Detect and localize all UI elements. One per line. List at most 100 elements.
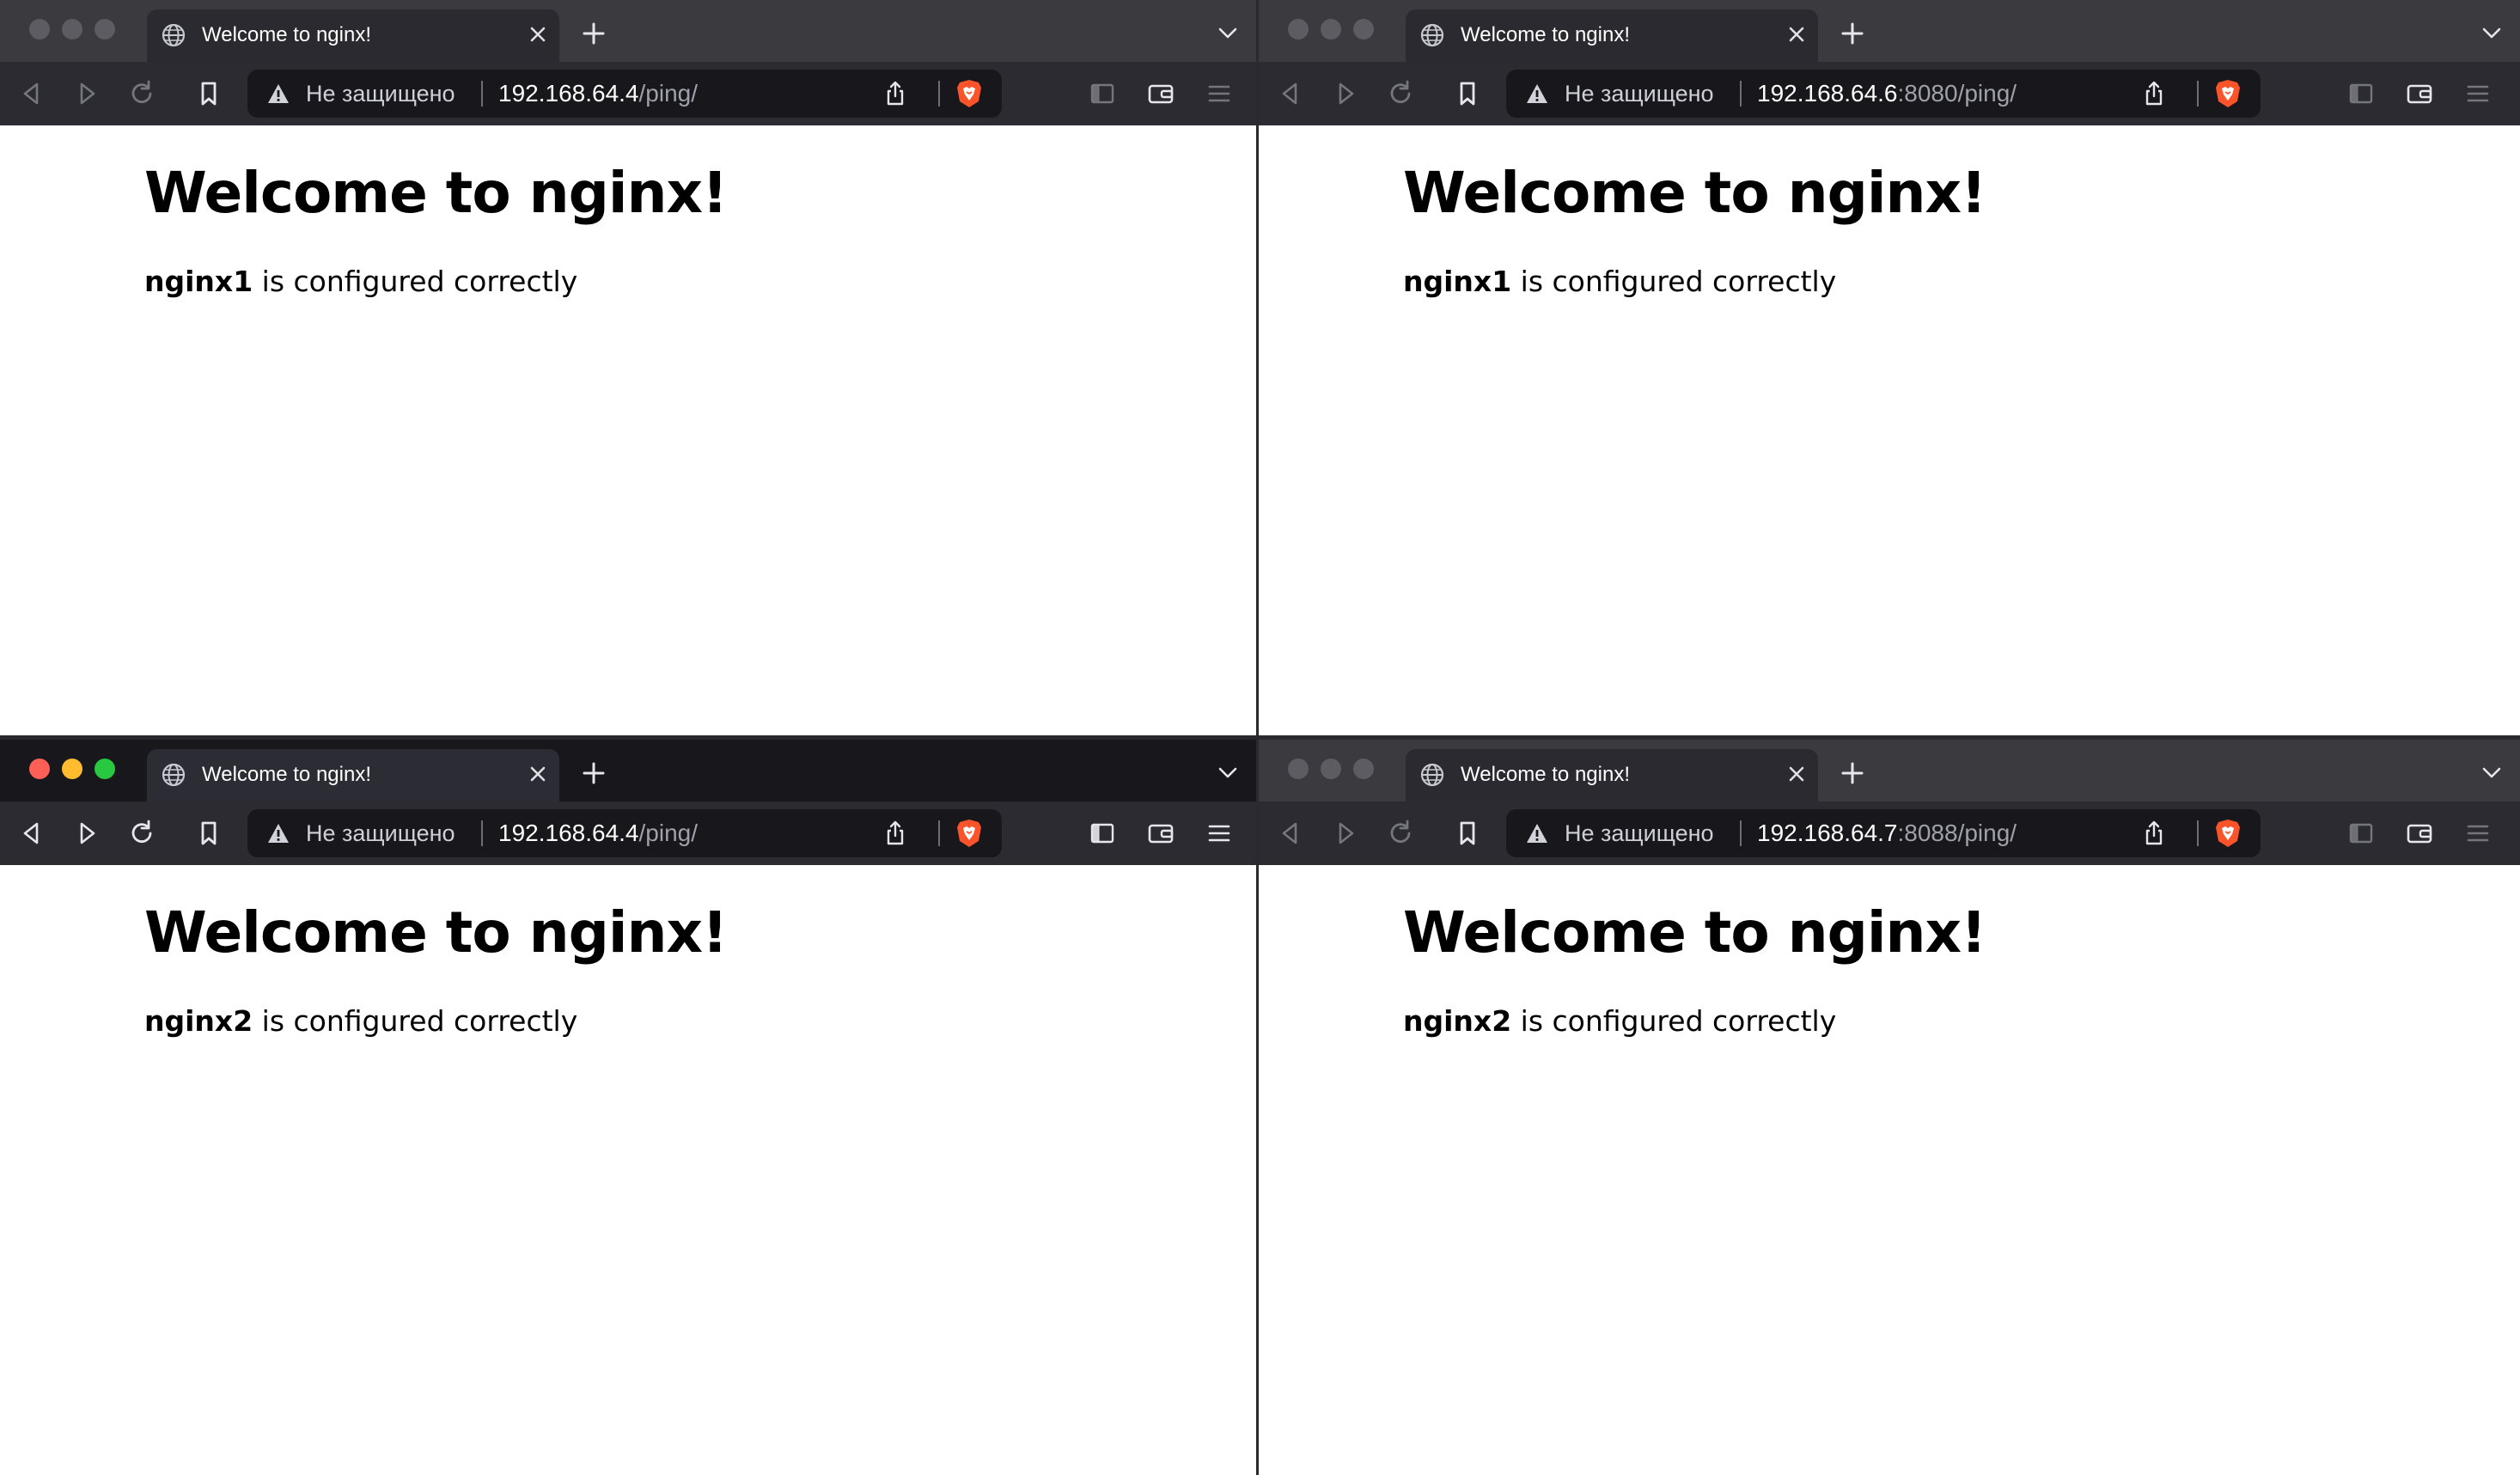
plus-icon[interactable] xyxy=(1840,760,1865,786)
address-divider xyxy=(481,81,483,107)
sidebar-icon[interactable] xyxy=(1088,79,1117,108)
security-status[interactable]: Не защищено xyxy=(306,809,455,857)
page-content: Welcome to nginx! nginx1 is configured c… xyxy=(0,125,1256,735)
globe-icon xyxy=(1420,23,1444,47)
close-window-button[interactable] xyxy=(29,759,50,779)
browser-tab[interactable]: Welcome to nginx! xyxy=(147,9,559,62)
url-host: 192.168.64.4 xyxy=(498,80,639,107)
close-icon[interactable] xyxy=(525,21,551,47)
reload-icon[interactable] xyxy=(1386,79,1415,108)
address-bar[interactable]: Не защищено 192.168.64.4/ping/ xyxy=(247,809,1002,857)
share-icon[interactable] xyxy=(882,80,909,107)
warning-icon[interactable] xyxy=(266,822,290,844)
close-window-button[interactable] xyxy=(29,19,50,40)
status-text: is configured correctly xyxy=(261,265,578,298)
close-icon[interactable] xyxy=(1784,21,1809,47)
forward-icon[interactable] xyxy=(1331,819,1360,848)
window-controls xyxy=(1288,759,1374,781)
forward-icon[interactable] xyxy=(1331,79,1360,108)
back-icon[interactable] xyxy=(17,819,46,848)
zoom-window-button[interactable] xyxy=(95,759,115,779)
chevron-down-icon[interactable] xyxy=(2480,764,2503,781)
back-icon[interactable] xyxy=(1276,79,1305,108)
chevron-down-icon[interactable] xyxy=(1217,764,1239,781)
share-icon[interactable] xyxy=(882,820,909,847)
zoom-window-button[interactable] xyxy=(95,19,115,40)
minimize-window-button[interactable] xyxy=(62,19,82,40)
bookmark-icon[interactable] xyxy=(194,79,223,108)
warning-icon[interactable] xyxy=(266,82,290,105)
status-message: nginx1 is configured correctly xyxy=(1403,265,1836,298)
navigation-toolbar: Не защищено 192.168.64.4/ping/ xyxy=(0,801,1256,865)
minimize-window-button[interactable] xyxy=(1321,759,1341,779)
close-icon[interactable] xyxy=(1784,761,1809,787)
brave-shield-icon[interactable] xyxy=(2212,818,2243,849)
warning-icon[interactable] xyxy=(1525,822,1549,844)
share-icon[interactable] xyxy=(2140,80,2168,107)
sidebar-icon[interactable] xyxy=(2346,819,2376,848)
url-text[interactable]: 192.168.64.7:8088/ping/ xyxy=(1757,809,2017,857)
share-icon[interactable] xyxy=(2140,820,2168,847)
page-heading: Welcome to nginx! xyxy=(1403,899,1986,966)
security-status[interactable]: Не защищено xyxy=(1565,809,1714,857)
forward-icon[interactable] xyxy=(72,79,101,108)
menu-icon[interactable] xyxy=(2463,819,2493,848)
close-icon[interactable] xyxy=(525,761,551,787)
reload-icon[interactable] xyxy=(127,79,156,108)
plus-icon[interactable] xyxy=(581,21,607,46)
browser-window-top-left: Welcome to nginx! Не защищено 192.168.64… xyxy=(0,0,1256,735)
minimize-window-button[interactable] xyxy=(1321,19,1341,40)
globe-icon xyxy=(1420,763,1444,787)
tab-bar: Welcome to nginx! xyxy=(0,740,1256,801)
bookmark-icon[interactable] xyxy=(1453,819,1482,848)
close-window-button[interactable] xyxy=(1288,19,1309,40)
chevron-down-icon[interactable] xyxy=(2480,24,2503,41)
zoom-window-button[interactable] xyxy=(1353,19,1374,40)
bookmark-icon[interactable] xyxy=(1453,79,1482,108)
minimize-window-button[interactable] xyxy=(62,759,82,779)
plus-icon[interactable] xyxy=(1840,21,1865,46)
back-icon[interactable] xyxy=(1276,819,1305,848)
security-status[interactable]: Не защищено xyxy=(1565,70,1714,118)
wallet-icon[interactable] xyxy=(1146,819,1175,848)
reload-icon[interactable] xyxy=(1386,819,1415,848)
address-bar[interactable]: Не защищено 192.168.64.4/ping/ xyxy=(247,70,1002,118)
navigation-toolbar: Не защищено 192.168.64.4/ping/ xyxy=(0,62,1256,125)
brave-shield-icon[interactable] xyxy=(954,818,985,849)
wallet-icon[interactable] xyxy=(2405,819,2434,848)
tab-bar: Welcome to nginx! xyxy=(1259,0,2520,62)
back-icon[interactable] xyxy=(17,79,46,108)
bookmark-icon[interactable] xyxy=(194,819,223,848)
menu-icon[interactable] xyxy=(2463,79,2493,108)
browser-tab[interactable]: Welcome to nginx! xyxy=(147,749,559,801)
sidebar-icon[interactable] xyxy=(1088,819,1117,848)
warning-icon[interactable] xyxy=(1525,82,1549,105)
status-text: is configured correctly xyxy=(1520,1004,1837,1038)
wallet-icon[interactable] xyxy=(2405,79,2434,108)
address-bar[interactable]: Не защищено 192.168.64.7:8088/ping/ xyxy=(1506,809,2261,857)
sidebar-icon[interactable] xyxy=(2346,79,2376,108)
url-path: :8080/ping/ xyxy=(1897,80,2017,107)
chevron-down-icon[interactable] xyxy=(1217,24,1239,41)
brave-shield-icon[interactable] xyxy=(2212,78,2243,109)
close-window-button[interactable] xyxy=(1288,759,1309,779)
zoom-window-button[interactable] xyxy=(1353,759,1374,779)
menu-icon[interactable] xyxy=(1205,819,1234,848)
url-text[interactable]: 192.168.64.4/ping/ xyxy=(498,809,698,857)
forward-icon[interactable] xyxy=(72,819,101,848)
tab-bar: Welcome to nginx! xyxy=(0,0,1256,62)
globe-icon xyxy=(162,23,186,47)
browser-tab[interactable]: Welcome to nginx! xyxy=(1406,749,1818,801)
plus-icon[interactable] xyxy=(581,760,607,786)
menu-icon[interactable] xyxy=(1205,79,1234,108)
brave-shield-icon[interactable] xyxy=(954,78,985,109)
address-bar[interactable]: Не защищено 192.168.64.6:8080/ping/ xyxy=(1506,70,2261,118)
url-text[interactable]: 192.168.64.6:8080/ping/ xyxy=(1757,70,2017,118)
address-divider-2 xyxy=(938,820,940,846)
wallet-icon[interactable] xyxy=(1146,79,1175,108)
browser-tab[interactable]: Welcome to nginx! xyxy=(1406,9,1818,62)
browser-window-top-right: Welcome to nginx! Не защищено 192.168.64… xyxy=(1259,0,2520,735)
url-text[interactable]: 192.168.64.4/ping/ xyxy=(498,70,698,118)
security-status[interactable]: Не защищено xyxy=(306,70,455,118)
reload-icon[interactable] xyxy=(127,819,156,848)
